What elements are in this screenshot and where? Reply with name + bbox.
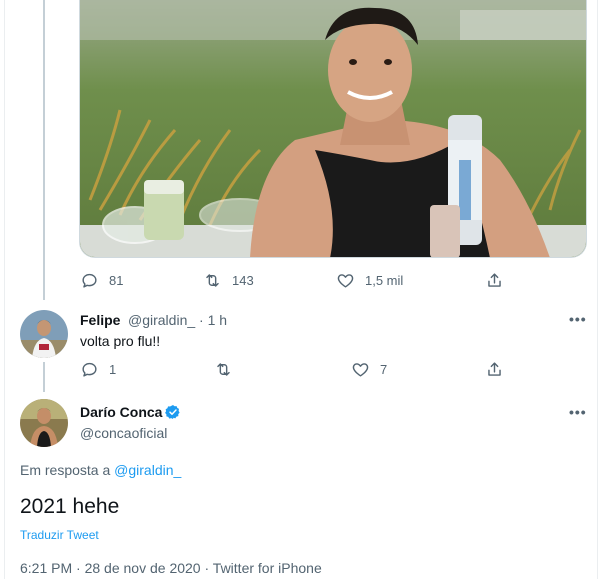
tweet-meta: 6:21 PM · 28 de nov de 2020 · Twitter fo… [20,560,322,576]
meta-separator: · [204,560,210,576]
thread-connector-line [43,362,45,392]
felipe-handle[interactable]: @giraldin_ [128,312,195,328]
felipe-handle-line[interactable]: @giraldin_ · 1 h [128,312,227,328]
retweet-icon [217,362,230,376]
tweet-photo[interactable] [79,0,587,258]
share-icon [488,361,501,376]
retweet-count: 143 [232,272,254,288]
heart-icon [337,273,354,288]
reply-button[interactable]: 1 [80,358,116,380]
translate-tweet-link[interactable]: Traduzir Tweet [20,528,99,542]
timeline-left-border [4,0,5,579]
thread-connector-line [43,0,45,300]
retweet-button[interactable] [214,358,243,380]
tweet-time[interactable]: 6:21 PM [20,560,72,576]
like-count: 7 [380,361,388,377]
share-button[interactable] [485,269,504,291]
felipe-avatar-image [20,310,68,358]
verified-badge-icon [165,405,181,419]
meta-separator: · [76,560,81,576]
reply-icon [82,273,97,288]
dario-name-line[interactable]: Darío Conca [80,404,181,420]
retweet-icon [206,273,219,287]
tweet-source[interactable]: Twitter for iPhone [213,560,322,576]
felipe-display-name[interactable]: Felipe [80,312,120,328]
reply-to-prefix: Em resposta a [20,462,111,478]
dario-display-name[interactable]: Darío Conca [80,404,162,420]
retweet-button[interactable]: 143 [203,269,254,291]
tweet-photo-image [80,0,586,257]
avatar[interactable] [20,399,68,447]
reply-button[interactable]: 81 [80,269,123,291]
handle-separator: · [199,312,204,328]
like-button[interactable]: 7 [351,358,387,380]
felipe-tweet-text: volta pro flu!! [80,333,161,349]
reply-icon [82,362,97,377]
more-icon[interactable]: ••• [569,311,587,327]
reply-count: 81 [109,272,124,288]
reply-to-handle-link[interactable]: @giraldin_ [114,462,181,478]
tweet-date[interactable]: 28 de nov de 2020 [85,560,201,576]
dario-handle[interactable]: @concaoficial [80,425,167,441]
main-tweet-text: 2021 hehe [20,495,120,518]
heart-icon [352,362,369,377]
dario-avatar-image [20,399,68,447]
reply-count: 1 [109,361,117,377]
felipe-time[interactable]: 1 h [208,312,227,328]
more-icon[interactable]: ••• [569,404,587,420]
like-button[interactable]: 1,5 mil [336,269,403,291]
share-icon [488,272,501,287]
timeline-right-border [597,0,598,579]
like-count: 1,5 mil [365,272,404,288]
reply-to-line: Em resposta a @giraldin_ [20,462,181,478]
share-button[interactable] [485,358,504,380]
avatar[interactable] [20,310,68,358]
